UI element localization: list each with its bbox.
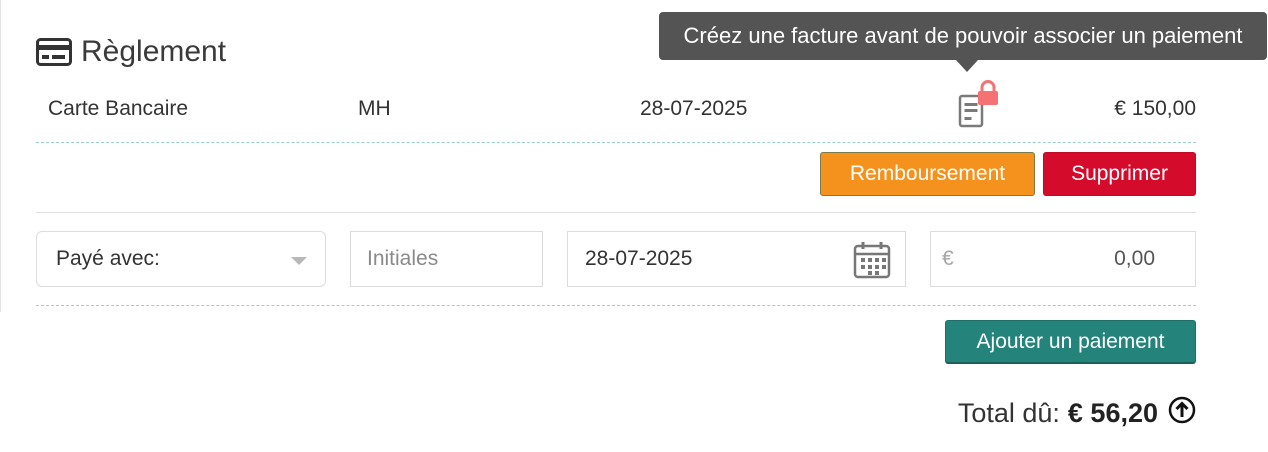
add-payment-form: Payé avec: 28-07-2025 xyxy=(36,231,1196,287)
divider xyxy=(36,212,1196,213)
date-input[interactable]: 28-07-2025 xyxy=(567,231,906,287)
section-title: Règlement xyxy=(81,35,227,68)
payment-method-select[interactable]: Payé avec: xyxy=(36,231,326,287)
date-value: 28-07-2025 xyxy=(585,247,693,270)
form-divider xyxy=(36,305,1196,306)
associate-invoice-button[interactable] xyxy=(956,80,1004,128)
delete-button[interactable]: Supprimer xyxy=(1043,152,1196,196)
chevron-down-icon xyxy=(291,257,307,265)
payment-date: 28-07-2025 xyxy=(640,97,748,120)
section-header: Règlement xyxy=(36,30,226,74)
amount-value: 0,00 xyxy=(1114,247,1155,270)
tooltip-text: Créez une facture avant de pouvoir assoc… xyxy=(683,23,1243,48)
left-panel-border xyxy=(0,0,1,312)
payment-method-label: Payé avec: xyxy=(56,247,160,270)
payment-amount: € 150,00 xyxy=(1114,97,1196,120)
currency-symbol: € xyxy=(942,247,954,270)
payment-actions: Remboursement Supprimer xyxy=(820,152,1196,196)
payment-method: Carte Bancaire xyxy=(48,97,189,120)
refund-button[interactable]: Remboursement xyxy=(820,152,1035,196)
payment-initials: MH xyxy=(358,97,391,120)
tooltip: Créez une facture avant de pouvoir assoc… xyxy=(659,12,1267,60)
total-label: Total dû: xyxy=(957,397,1060,428)
arrow-up-circle-icon[interactable] xyxy=(1168,396,1196,431)
add-payment-button[interactable]: Ajouter un paiement xyxy=(945,320,1196,364)
tooltip-arrow xyxy=(956,60,978,72)
calendar-icon[interactable] xyxy=(853,241,891,285)
total-due: Total dû: € 56,20 xyxy=(958,393,1196,433)
amount-input[interactable]: € 0,00 xyxy=(930,231,1196,287)
credit-card-icon xyxy=(36,38,72,66)
payment-row: Carte Bancaire MH 28-07-2025 € 150,00 xyxy=(36,84,1196,143)
initials-input[interactable] xyxy=(350,231,543,287)
total-value: € 56,20 xyxy=(1067,397,1158,428)
